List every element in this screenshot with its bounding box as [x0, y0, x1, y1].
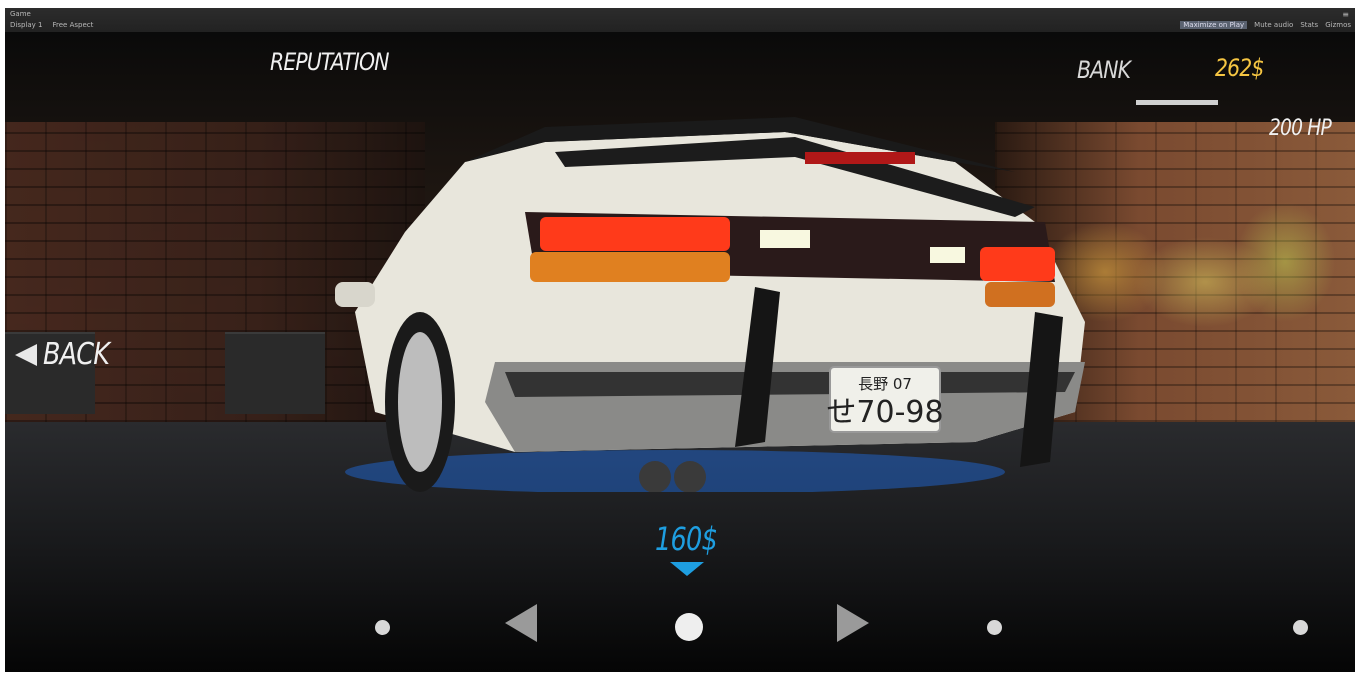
next-car-arrow-icon[interactable]	[837, 604, 869, 642]
menu-icon[interactable]: ≡	[1342, 10, 1349, 19]
previous-car-arrow-icon[interactable]	[505, 604, 537, 642]
page-dot[interactable]	[375, 620, 390, 635]
editor-title-bar: Game ≡ Display 1 Free Aspect Maximize on…	[5, 8, 1355, 32]
garage-scene: 長野 07 せ70-98 REPUTATION BANK 262$ 200 HP…	[5, 32, 1355, 672]
gizmos-dropdown[interactable]: Gizmos	[1325, 21, 1351, 29]
reputation-label: REPUTATION	[270, 48, 390, 76]
price-down-arrow-icon	[670, 562, 704, 576]
window-title: Game	[10, 10, 31, 18]
concrete-barrier	[225, 332, 325, 414]
bank-label: BANK	[1077, 56, 1131, 84]
horsepower-label: 200 HP	[1269, 116, 1332, 141]
display-dropdown[interactable]: Display 1	[10, 21, 42, 29]
page-dot[interactable]	[1293, 620, 1308, 635]
page-dot[interactable]	[987, 620, 1002, 635]
car-price: 160$	[655, 520, 718, 558]
back-button[interactable]: BACK	[15, 337, 121, 372]
aspect-dropdown[interactable]: Free Aspect	[52, 21, 93, 29]
page-dot-active[interactable]	[675, 613, 703, 641]
bank-value: 262$	[1215, 54, 1264, 82]
game-window: Game ≡ Display 1 Free Aspect Maximize on…	[5, 8, 1355, 672]
stats-toggle[interactable]: Stats	[1300, 21, 1318, 29]
back-label: BACK	[43, 337, 110, 372]
bank-bar	[1136, 100, 1218, 105]
mute-audio-toggle[interactable]: Mute audio	[1254, 21, 1293, 29]
back-arrow-icon	[15, 343, 37, 366]
plate-bottom-text: せ70-98	[826, 395, 943, 430]
car-model: 長野 07 せ70-98	[335, 117, 1085, 492]
plate-top-text: 長野 07	[858, 375, 912, 393]
maximize-on-play-toggle[interactable]: Maximize on Play	[1180, 21, 1248, 29]
